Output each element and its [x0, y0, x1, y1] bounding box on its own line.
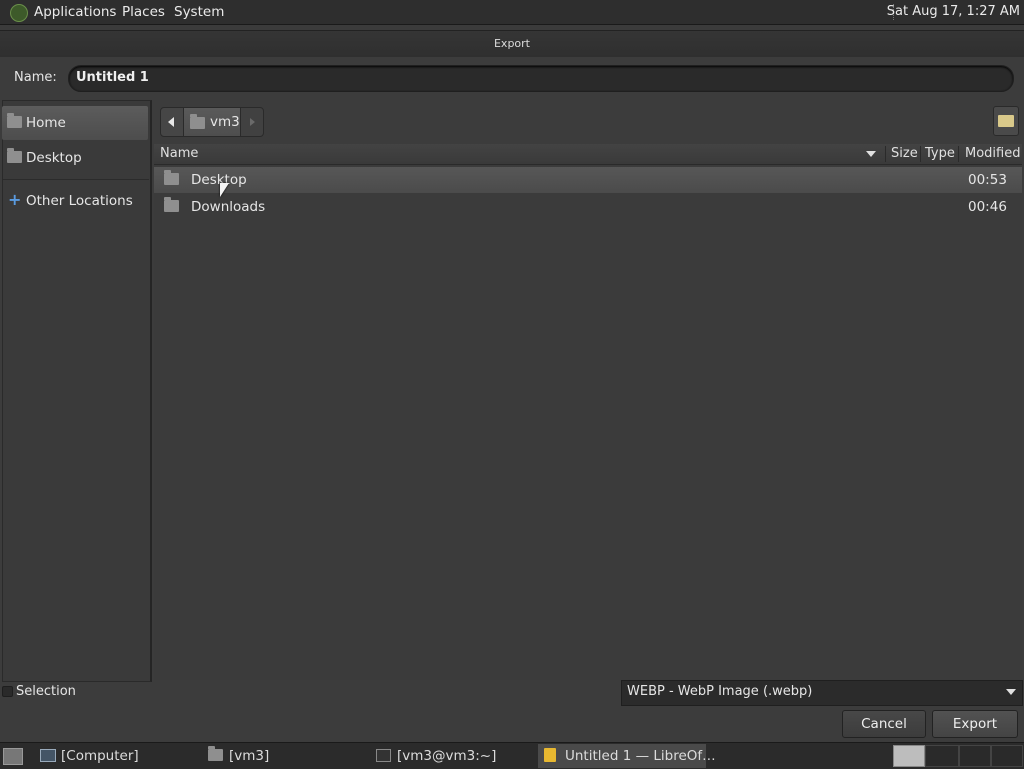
sidebar-item-other-locations[interactable]: + Other Locations	[2, 184, 148, 218]
create-folder-button[interactable]	[993, 106, 1019, 136]
taskbar-item-label: [vm3]	[229, 748, 270, 764]
file-modified: 00:53	[968, 172, 1007, 188]
desktop-folder-icon	[164, 170, 179, 185]
menu-places[interactable]: Places	[122, 0, 165, 24]
sidebar-divider	[3, 179, 149, 180]
cancel-button[interactable]: Cancel	[842, 710, 926, 738]
dialog-title: Export	[0, 31, 1024, 57]
file-list[interactable]	[154, 144, 1022, 680]
column-header-size[interactable]: Size	[891, 144, 918, 164]
column-header-name[interactable]: Name	[160, 144, 198, 164]
filename-value: Untitled 1	[76, 70, 149, 85]
clock[interactable]: Sat Aug 17, 1:27 AM	[887, 0, 1020, 24]
path-button-label: vm3	[210, 114, 240, 130]
sidebar-item-label: Other Locations	[26, 193, 133, 209]
workspace-3[interactable]	[959, 745, 991, 767]
column-header-type[interactable]: Type	[925, 144, 955, 164]
taskbar-item-vm3[interactable]: [vm3]	[202, 744, 370, 768]
file-name: Desktop	[191, 172, 247, 188]
terminal-icon	[376, 749, 391, 762]
file-row[interactable]: Desktop 00:53	[154, 167, 1022, 193]
home-folder-icon	[190, 114, 205, 129]
sidebar-item-label: Home	[26, 115, 66, 131]
desktop-folder-icon	[7, 148, 22, 163]
name-label: Name:	[14, 70, 57, 85]
taskbar-item-computer[interactable]: [Computer]	[34, 744, 202, 768]
file-name: Downloads	[191, 199, 266, 215]
export-button[interactable]: Export	[932, 710, 1018, 738]
column-header-modified[interactable]: Modified	[965, 144, 1020, 164]
file-modified: 00:46	[968, 199, 1007, 215]
workspace-4[interactable]	[991, 745, 1023, 767]
chevron-left-icon	[168, 117, 174, 127]
sidebar-item-home[interactable]: Home	[2, 106, 148, 140]
computer-icon	[40, 749, 56, 762]
mouse-cursor-icon	[220, 183, 229, 197]
filetype-value: WEBP - WebP Image (.webp)	[627, 684, 813, 699]
path-forward-button[interactable]	[240, 107, 264, 137]
sort-descending-icon[interactable]	[866, 151, 876, 157]
chevron-right-icon	[250, 118, 255, 126]
taskbar-item-label: Untitled 1 — LibreOf…	[565, 748, 716, 764]
taskbar-item-libreoffice[interactable]: Untitled 1 — LibreOf…	[538, 744, 716, 768]
distro-logo-icon[interactable]	[10, 4, 28, 22]
show-desktop-icon[interactable]	[3, 748, 23, 765]
selection-label[interactable]: Selection	[16, 682, 76, 702]
filename-input[interactable]: Untitled 1	[68, 65, 1014, 92]
file-row[interactable]: Downloads 00:46	[154, 194, 1022, 220]
plus-icon: +	[8, 190, 22, 209]
chevron-down-icon	[1006, 689, 1016, 695]
workspace-2[interactable]	[925, 745, 959, 767]
column-separator	[958, 146, 959, 162]
folder-icon	[208, 746, 223, 761]
menu-applications[interactable]: Applications	[34, 0, 116, 24]
new-folder-icon	[998, 115, 1014, 127]
taskbar-item-label: [Computer]	[61, 748, 139, 764]
home-folder-icon	[7, 113, 22, 128]
selection-checkbox[interactable]	[2, 686, 13, 697]
filetype-select[interactable]: WEBP - WebP Image (.webp)	[621, 680, 1023, 706]
folder-icon	[164, 197, 179, 212]
path-back-button[interactable]	[160, 107, 184, 137]
taskbar-item-terminal[interactable]: [vm3@vm3:~]	[370, 744, 538, 768]
path-button-vm3[interactable]: vm3	[183, 107, 241, 137]
sidebar-item-label: Desktop	[26, 150, 82, 166]
menu-system[interactable]: System	[174, 0, 224, 24]
column-separator	[920, 146, 921, 162]
libreoffice-draw-icon	[544, 748, 556, 762]
column-separator	[885, 146, 886, 162]
taskbar-item-label: [vm3@vm3:~]	[397, 748, 497, 764]
workspace-switcher[interactable]	[893, 745, 925, 767]
sidebar-item-desktop[interactable]: Desktop	[2, 141, 148, 175]
